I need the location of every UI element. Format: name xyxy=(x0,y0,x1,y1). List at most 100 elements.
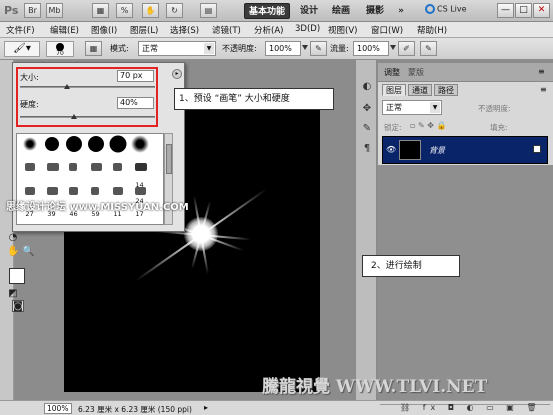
shape-brush-icon xyxy=(135,163,147,171)
hardness-slider-track[interactable] xyxy=(20,116,155,118)
actions-panel-icon[interactable]: ✥ xyxy=(360,102,374,116)
flow-dropdown-icon[interactable] xyxy=(390,45,396,50)
light-flare xyxy=(184,217,218,251)
layer-footer-icons[interactable]: ⛓ fx ◘ ◐ ▭ ▣ 🗑 xyxy=(400,403,542,412)
brush-preset-hard[interactable] xyxy=(63,136,84,158)
panel-menu-icon[interactable]: ≡ xyxy=(540,85,547,94)
eye-icon[interactable]: 👁 xyxy=(386,145,396,154)
panel-menu-icon[interactable]: ≡ xyxy=(538,67,545,76)
site-watermark: 思缘设计论坛 www.MISSYUAN.COM xyxy=(6,202,189,213)
shape-brush-icon xyxy=(91,187,99,195)
tab-layers[interactable]: 图层 xyxy=(382,84,406,96)
swatches-panel-icon[interactable]: ✎ xyxy=(360,122,374,136)
quick-mask-mode-icon[interactable]: ◙ xyxy=(12,300,24,312)
brush-panel-toggle-icon[interactable]: ▦ xyxy=(85,41,102,56)
size-slider-thumb[interactable] xyxy=(64,84,71,89)
tab-paths[interactable]: 路径 xyxy=(434,84,458,96)
menu-select[interactable]: 选择(S) xyxy=(170,24,199,36)
rotate-view-icon[interactable]: ↻ xyxy=(166,3,183,18)
layers-panel-empty-area xyxy=(378,165,553,400)
zoom-tool-icon[interactable]: 🔍 xyxy=(22,246,34,258)
size-slider-track[interactable] xyxy=(20,86,155,88)
workspace-photography-button[interactable]: 摄影 xyxy=(362,3,388,19)
document-info[interactable]: 6.23 厘米 x 6.23 厘米 (150 ppi) xyxy=(78,404,192,415)
tab-masks[interactable]: 蒙版 xyxy=(408,67,424,78)
size-label: 大小: xyxy=(20,73,39,82)
tool-preset-picker[interactable]: 🖌▾ xyxy=(4,41,40,57)
mini-bridge-icon[interactable]: Mb xyxy=(46,3,63,18)
character-panel-icon[interactable]: ¶ xyxy=(360,142,374,156)
brush-preset-hard[interactable] xyxy=(107,135,128,158)
zoom-level-icon[interactable]: % xyxy=(116,3,133,18)
panel-menu-icon[interactable]: ▸ xyxy=(172,69,182,79)
view-extras-icon[interactable]: ▦ xyxy=(92,3,109,18)
shape-brush-icon xyxy=(69,187,78,195)
status-menu-arrow-icon[interactable]: ▸ xyxy=(204,403,208,412)
brush-preset-soft-large[interactable] xyxy=(129,135,150,158)
brush-preset-shape[interactable] xyxy=(129,160,150,182)
menu-edit[interactable]: 编辑(E) xyxy=(50,24,79,36)
scrollbar-thumb[interactable] xyxy=(166,144,172,174)
close-button[interactable]: ✕ xyxy=(533,3,550,18)
hard-brush-icon xyxy=(87,136,104,152)
blend-mode-select[interactable]: 正常 ▼ xyxy=(382,100,442,115)
menu-3d[interactable]: 3D(D) xyxy=(295,24,320,34)
workspace-painting-button[interactable]: 绘画 xyxy=(328,3,354,19)
tab-adjustments[interactable]: 调整 xyxy=(384,67,400,78)
brush-preset-hard[interactable] xyxy=(41,136,62,158)
workspace-essentials-button[interactable]: 基本功能 xyxy=(244,3,290,19)
brush-preset-shape[interactable] xyxy=(41,160,62,182)
tab-channels[interactable]: 通道 xyxy=(408,84,432,96)
brush-preset-shape[interactable] xyxy=(63,160,84,182)
pressure-size-icon[interactable]: ✎ xyxy=(420,41,437,56)
photoshop-logo: Ps xyxy=(4,4,19,17)
brush-preset-shape[interactable] xyxy=(85,160,106,182)
hand-tool-icon[interactable]: ✋ xyxy=(142,3,159,18)
flow-label: 流量: xyxy=(330,44,349,53)
arrange-documents-icon[interactable]: ▤ xyxy=(200,3,217,18)
chevron-down-icon: ▼ xyxy=(430,102,440,113)
workspace-more-button[interactable]: » xyxy=(395,3,407,19)
workspace-design-button[interactable]: 设计 xyxy=(296,3,322,19)
pressure-opacity-icon[interactable]: ✎ xyxy=(310,41,327,56)
airbrush-icon[interactable]: ✐ xyxy=(398,41,415,56)
minimize-button[interactable]: — xyxy=(497,3,514,18)
brush-preset-hard[interactable] xyxy=(85,136,106,158)
hardness-input[interactable]: 40% xyxy=(117,97,154,109)
brush-preset-shape[interactable] xyxy=(107,160,128,182)
collapsed-panels-strip: ◐ ✥ ✎ ¶ xyxy=(355,60,377,400)
shape-brush-icon xyxy=(25,163,35,171)
brush-preset-soft-small[interactable] xyxy=(19,136,40,158)
cs-live-button[interactable]: CS Live xyxy=(425,4,475,18)
menu-image[interactable]: 图像(I) xyxy=(91,24,117,36)
brush-preset-picker[interactable]: 70 xyxy=(46,41,74,57)
flow-input[interactable]: 100% xyxy=(353,41,389,56)
layer-row-background[interactable]: 👁 背景 xyxy=(382,136,548,164)
quick-mask-tool-icon[interactable]: ◔ xyxy=(7,232,19,244)
foreground-color-swatch[interactable] xyxy=(9,268,25,284)
menu-layer[interactable]: 图层(L) xyxy=(130,24,158,36)
soft-brush-icon xyxy=(130,135,149,153)
hardness-slider-thumb[interactable] xyxy=(71,114,77,119)
history-panel-icon[interactable]: ◐ xyxy=(360,80,374,94)
menu-window[interactable]: 窗口(W) xyxy=(371,24,403,36)
mode-select[interactable]: 正常 ▼ xyxy=(138,41,216,56)
zoom-field[interactable]: 100% xyxy=(44,403,72,414)
lock-icons[interactable]: ▫ ✎ ✥ 🔒 xyxy=(410,121,446,130)
opacity-input[interactable]: 100% xyxy=(265,41,301,56)
default-colors-icon[interactable]: ◩ xyxy=(7,288,19,300)
opacity-label: 不透明度: xyxy=(222,44,257,53)
menu-analysis[interactable]: 分析(A) xyxy=(254,24,283,36)
hand-tool-icon[interactable]: ✋ xyxy=(7,246,19,258)
menu-filter[interactable]: 滤镜(T) xyxy=(212,24,241,36)
maximize-button[interactable]: □ xyxy=(515,3,532,18)
opacity-dropdown-icon[interactable] xyxy=(302,45,308,50)
menu-file[interactable]: 文件(F) xyxy=(6,24,35,36)
size-input[interactable]: 70 px xyxy=(117,70,154,82)
menu-help[interactable]: 帮助(H) xyxy=(417,24,447,36)
brush-preset-shape[interactable] xyxy=(19,160,40,182)
hard-brush-icon xyxy=(44,137,59,151)
menu-view[interactable]: 视图(V) xyxy=(328,24,357,36)
bridge-icon[interactable]: Br xyxy=(24,3,41,18)
soft-brush-icon xyxy=(22,137,37,151)
